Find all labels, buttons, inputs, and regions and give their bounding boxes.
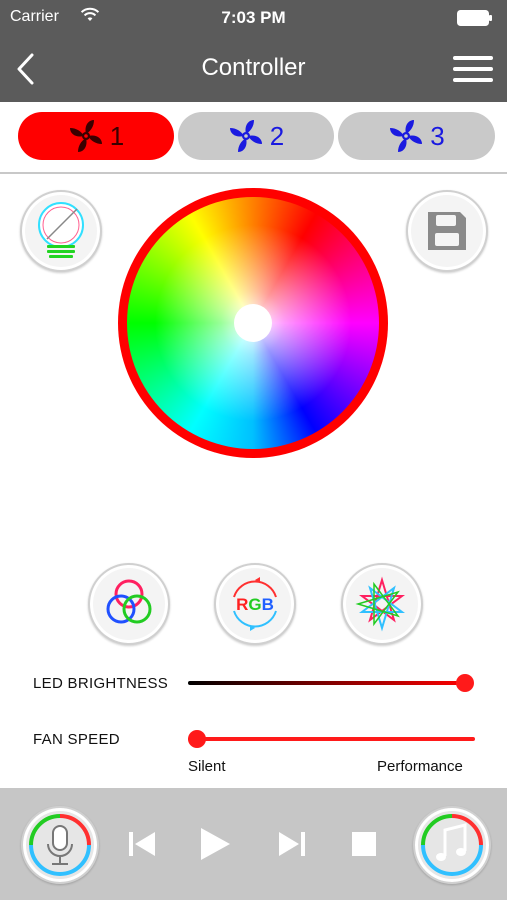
led-brightness-track[interactable] bbox=[188, 681, 468, 685]
tab-fan-1[interactable]: 1 bbox=[18, 112, 174, 160]
star-mode-button[interactable] bbox=[341, 563, 423, 645]
tab-fan-2[interactable]: 2 bbox=[178, 112, 334, 160]
light-toggle-button[interactable] bbox=[20, 190, 102, 272]
save-icon bbox=[428, 212, 466, 250]
tab-label: 1 bbox=[109, 120, 125, 151]
rgb-letter-b: B bbox=[262, 595, 274, 614]
navigation-bar: Controller bbox=[0, 36, 507, 102]
fan-speed-max-label: Performance bbox=[377, 758, 463, 775]
fan-speed-track[interactable] bbox=[188, 737, 475, 741]
save-button[interactable] bbox=[406, 190, 488, 272]
rgb-cycle-mode-button[interactable]: RGB bbox=[214, 563, 296, 645]
color-mix-icon bbox=[106, 579, 152, 624]
page-title: Controller bbox=[201, 54, 306, 81]
clock: 7:03 PM bbox=[221, 8, 286, 27]
fan-icon bbox=[69, 120, 102, 152]
play-icon[interactable] bbox=[198, 826, 232, 862]
star-icon bbox=[355, 576, 405, 632]
fan-speed-label: FAN SPEED bbox=[33, 731, 120, 748]
rgb-letter-r: R bbox=[236, 595, 248, 614]
next-icon[interactable] bbox=[276, 830, 306, 858]
svg-text:RGB: RGB bbox=[236, 595, 274, 614]
fan-speed-slider-knob[interactable] bbox=[188, 730, 206, 748]
fan-icon bbox=[390, 120, 423, 152]
music-note-icon bbox=[421, 814, 483, 876]
color-mix-mode-button[interactable] bbox=[88, 563, 170, 645]
stop-icon[interactable] bbox=[351, 831, 377, 857]
led-brightness-slider-knob[interactable] bbox=[456, 674, 474, 692]
tab-label: 2 bbox=[269, 120, 285, 151]
microphone-button[interactable] bbox=[21, 806, 99, 884]
music-mode-button[interactable] bbox=[413, 806, 491, 884]
rgb-cycle-icon: RGB bbox=[233, 577, 277, 631]
status-bar: Carrier 7:03 PM bbox=[0, 0, 507, 36]
led-brightness-label: LED BRIGHTNESS bbox=[33, 675, 169, 692]
microphone-icon bbox=[29, 814, 91, 876]
tab-fan-3[interactable]: 3 bbox=[338, 112, 495, 160]
previous-icon[interactable] bbox=[128, 830, 158, 858]
tab-label: 3 bbox=[430, 120, 445, 151]
fan-tabs: 1 2 3 bbox=[0, 102, 507, 174]
fan-speed-min-label: Silent bbox=[188, 758, 226, 775]
fan-icon bbox=[229, 120, 262, 152]
menu-icon[interactable] bbox=[453, 56, 493, 82]
rgb-letter-g: G bbox=[248, 595, 261, 614]
battery-icon bbox=[457, 10, 492, 26]
color-picker-handle[interactable] bbox=[234, 304, 272, 342]
media-control-bar bbox=[0, 788, 507, 900]
bulb-icon bbox=[38, 202, 84, 258]
